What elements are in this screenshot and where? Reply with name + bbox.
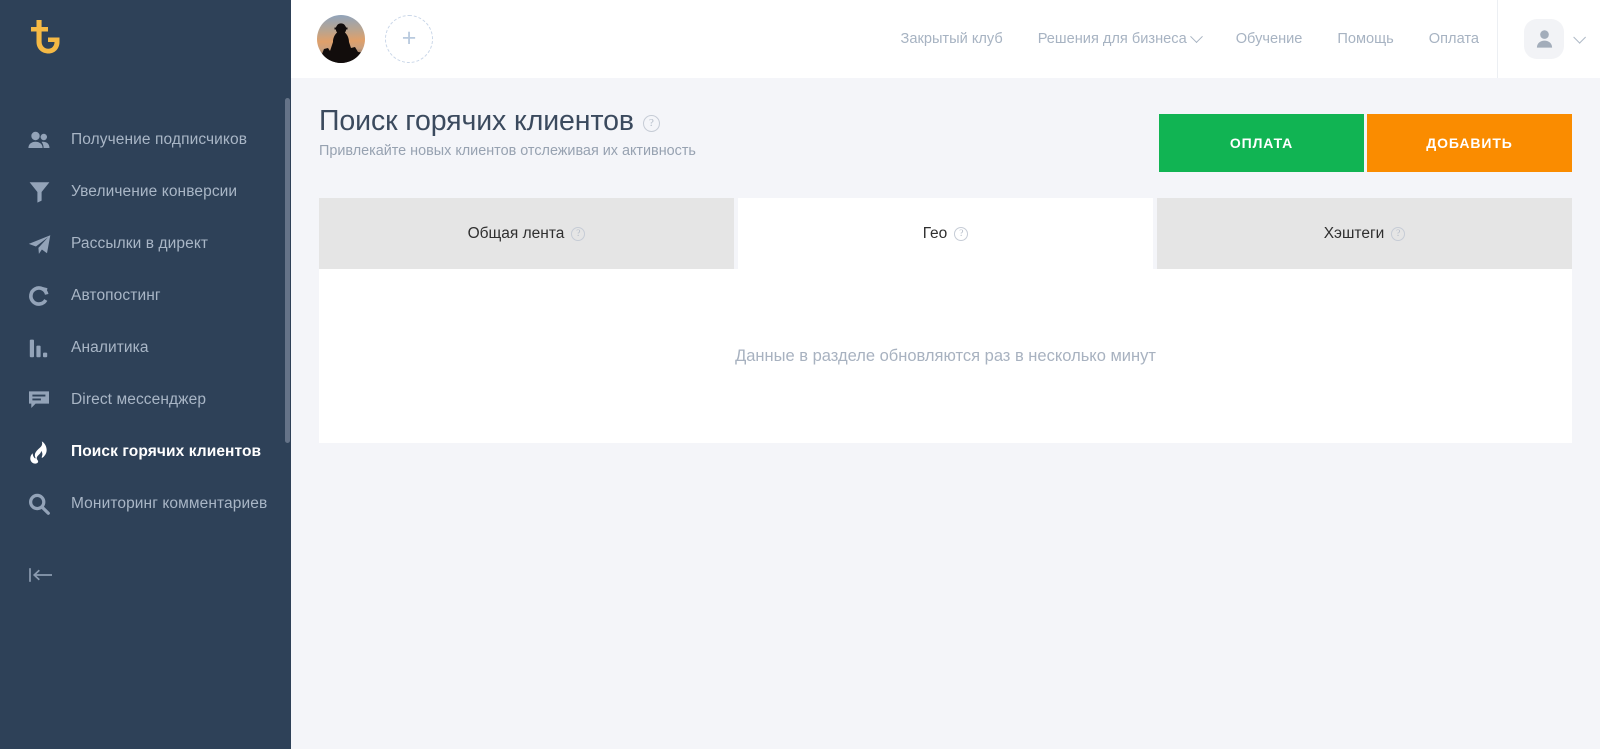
topnav-item-zakrytyy-klub[interactable]: Закрытый клуб [901, 31, 1003, 47]
sidebar-nav: Получение подписчиков Увеличение конверс… [0, 114, 291, 530]
chevron-down-icon [1573, 30, 1586, 44]
app-root: Получение подписчиков Увеличение конверс… [0, 0, 1600, 749]
plus-icon: + [401, 23, 417, 52]
sidebar-item-poisk-goryachih-klientov[interactable]: Поиск горячих клиентов [0, 426, 291, 478]
page-titles: Поиск горячих клиентов ? Привлекайте нов… [319, 105, 696, 159]
page-actions: ОПЛАТА ДОБАВИТЬ [1159, 105, 1572, 172]
page-title: Поиск горячих клиентов ? [319, 105, 696, 138]
paper-plane-icon [24, 229, 54, 259]
magnifier-icon [24, 489, 54, 519]
top-bar: + Закрытый клуб Решения для бизнеса Обуч… [291, 0, 1600, 78]
sidebar-scrollbar-thumb[interactable] [285, 98, 290, 443]
tg-monogram-logo-icon [31, 20, 60, 54]
user-profile-icon [1536, 30, 1552, 48]
page-title-text: Поиск горячих клиентов [319, 105, 634, 137]
tab-geo[interactable]: Гео ? [738, 198, 1153, 269]
sidebar-item-label: Увеличение конверсии [71, 183, 238, 200]
collapse-left-icon [29, 568, 52, 582]
content-card: Общая лента ? Гео ? Хэштеги ? Данные в р… [319, 198, 1572, 443]
question-mark-icon[interactable]: ? [642, 115, 660, 132]
topnav-item-oplata[interactable]: Оплата [1429, 31, 1479, 47]
flame-icon [24, 437, 54, 467]
refresh-icon [24, 281, 54, 311]
sidebar-item-label: Direct мессенджер [71, 391, 207, 408]
account-avatar[interactable] [317, 15, 365, 63]
sidebar-item-label: Поиск горячих клиентов [71, 443, 262, 460]
sidebar: Получение подписчиков Увеличение конверс… [0, 0, 291, 749]
main-column: + Закрытый клуб Решения для бизнеса Обуч… [291, 0, 1600, 749]
bar-chart-icon [24, 333, 54, 363]
question-mark-icon[interactable]: ? [571, 227, 586, 241]
sidebar-item-rassylki-v-direkt[interactable]: Рассылки в директ [0, 218, 291, 270]
tab-label: Общая лента [467, 224, 565, 242]
topnav-item-resheniya-dlya-biznesa[interactable]: Решения для бизнеса [1037, 29, 1203, 47]
sidebar-item-label: Аналитика [71, 339, 149, 356]
brand-logo[interactable] [22, 17, 62, 59]
sidebar-item-uvelichenie-konversii[interactable]: Увеличение конверсии [0, 166, 291, 218]
topnav-label: Оплата [1428, 31, 1479, 47]
topnav-item-pomoshch[interactable]: Помощь [1337, 31, 1393, 47]
top-navigation: Закрытый клуб Решения для бизнеса Обучен… [901, 0, 1497, 78]
sidebar-item-direct-messendzher[interactable]: Direct мессенджер [0, 374, 291, 426]
sidebar-item-analitika[interactable]: Аналитика [0, 322, 291, 374]
tab-bar: Общая лента ? Гео ? Хэштеги ? [319, 198, 1572, 269]
tab-heshtegi[interactable]: Хэштеги ? [1157, 198, 1572, 269]
sidebar-collapse-button[interactable] [24, 558, 58, 592]
page-header: Поиск горячих клиентов ? Привлекайте нов… [319, 78, 1572, 172]
account-switcher: + [317, 15, 433, 63]
sidebar-item-label: Получение подписчиков [71, 131, 248, 148]
question-mark-icon[interactable]: ? [1391, 227, 1406, 241]
profile-chip [1524, 19, 1564, 59]
tab-label: Хэштеги [1323, 224, 1385, 242]
topnav-item-obuchenie[interactable]: Обучение [1236, 31, 1303, 47]
tab-obshchaya-lenta[interactable]: Общая лента ? [319, 198, 734, 269]
sidebar-item-poluchenie-podpischikov[interactable]: Получение подписчиков [0, 114, 291, 166]
empty-state-message: Данные в разделе обновляются раз в неско… [735, 346, 1156, 365]
page-subtitle: Привлекайте новых клиентов отслеживая их… [319, 143, 696, 159]
sidebar-item-monitoring-kommentariev[interactable]: Мониторинг комментариев [0, 478, 291, 530]
topnav-label: Помощь [1337, 31, 1394, 47]
chevron-down-icon [1189, 29, 1203, 43]
topnav-label: Закрытый клуб [900, 31, 1003, 47]
sidebar-item-avtoposting[interactable]: Автопостинг [0, 270, 291, 322]
tab-label: Гео [922, 224, 948, 242]
users-icon [24, 125, 54, 155]
topnav-label: Решения для бизнеса [1037, 31, 1187, 47]
sidebar-item-label: Автопостинг [71, 287, 161, 304]
tab-panel: Данные в разделе обновляются раз в неско… [319, 269, 1572, 443]
pay-button[interactable]: ОПЛАТА [1159, 114, 1364, 172]
topnav-label: Обучение [1235, 31, 1303, 47]
funnel-icon [24, 177, 54, 207]
question-mark-icon[interactable]: ? [954, 227, 969, 241]
profile-menu-button[interactable] [1497, 0, 1600, 78]
avatar-silhouette [317, 23, 365, 63]
add-account-button[interactable]: + [385, 15, 433, 63]
sidebar-item-label: Мониторинг комментариев [71, 495, 268, 512]
chat-bubble-icon [24, 385, 54, 415]
add-button[interactable]: ДОБАВИТЬ [1367, 114, 1572, 172]
sidebar-item-label: Рассылки в директ [71, 235, 209, 252]
